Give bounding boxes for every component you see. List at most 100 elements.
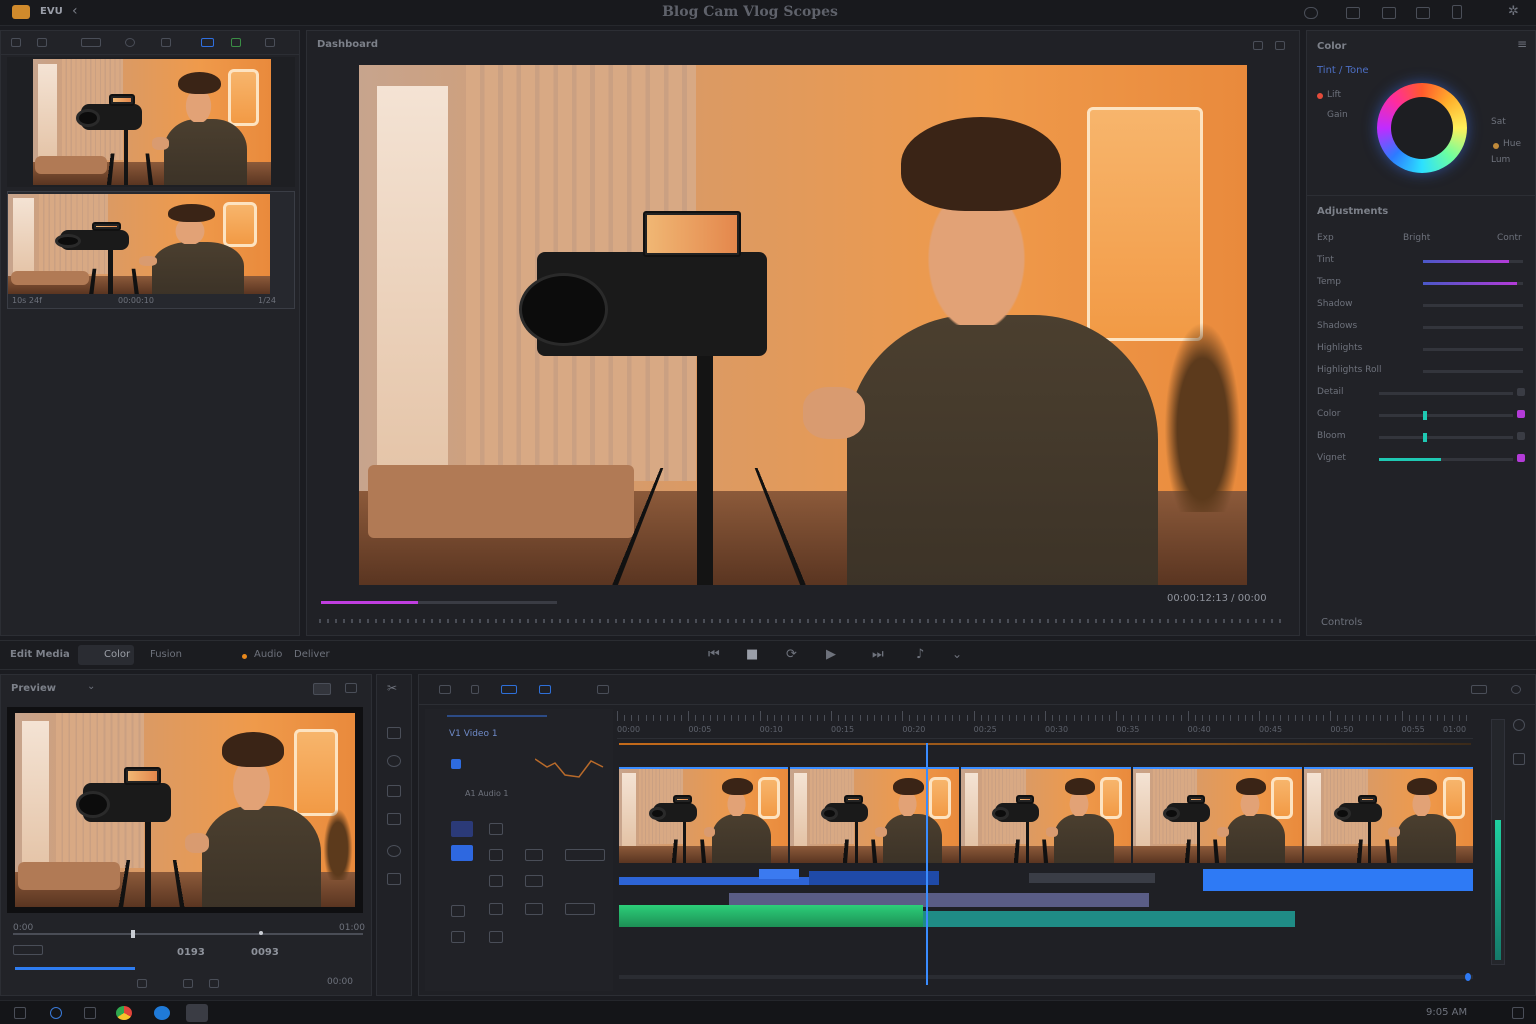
list-view-icon[interactable] xyxy=(11,38,21,47)
meter-toggle-icon[interactable] xyxy=(1513,753,1525,765)
adjust-row-slider[interactable] xyxy=(1423,370,1523,373)
adjust-row[interactable]: Detail xyxy=(1307,385,1535,403)
tl-select-icon[interactable] xyxy=(439,685,451,694)
tl-btn-4-icon[interactable] xyxy=(489,903,503,915)
sort-icon[interactable] xyxy=(81,38,101,47)
adjust-row[interactable]: Tint xyxy=(1307,253,1535,271)
viewer-progress-track[interactable] xyxy=(321,601,557,604)
meter-settings-icon[interactable] xyxy=(1513,719,1525,731)
audio-icon[interactable]: ♪ xyxy=(916,647,924,662)
adjust-row[interactable]: Shadow xyxy=(1307,297,1535,315)
tl-blade-icon[interactable] xyxy=(501,685,517,694)
adjust-row-knob[interactable] xyxy=(1423,433,1427,442)
tl-btn-5-icon[interactable] xyxy=(489,931,503,943)
preview-view-icon[interactable] xyxy=(313,683,331,695)
tab-deliver[interactable]: Deliver xyxy=(294,649,330,660)
loop-icon[interactable]: ⟳ xyxy=(786,647,797,662)
user-icon[interactable] xyxy=(1452,5,1462,19)
tl-btn-11-icon[interactable] xyxy=(565,849,605,861)
tl-btn-3-icon[interactable] xyxy=(489,875,503,887)
video-clip[interactable] xyxy=(1132,767,1302,863)
video-clip[interactable] xyxy=(790,767,960,863)
viewer-fullscreen-icon[interactable] xyxy=(1275,41,1285,50)
track-mute-button[interactable] xyxy=(451,845,473,861)
filter-icon[interactable] xyxy=(161,38,171,47)
timeline-bottom-scroll[interactable] xyxy=(619,973,1473,981)
notification-icon[interactable] xyxy=(1512,1007,1524,1019)
camera-icon[interactable] xyxy=(1382,7,1396,19)
track-header-slider[interactable] xyxy=(447,715,547,717)
viewer-scrubber[interactable] xyxy=(319,619,1287,623)
adjust-row-swatch[interactable] xyxy=(1517,432,1525,440)
audio-wave-green[interactable] xyxy=(619,905,923,927)
audio-track-1[interactable] xyxy=(619,869,1473,891)
preview-dropdown-icon[interactable]: ⌄ xyxy=(87,681,95,692)
audio-clip-blue-c[interactable] xyxy=(809,871,939,885)
tool-2-icon[interactable] xyxy=(387,755,401,767)
tag-icon[interactable] xyxy=(231,38,241,47)
adjust-row[interactable]: Vignet xyxy=(1307,451,1535,469)
tl-btn-12-icon[interactable] xyxy=(565,903,595,915)
tool-4-icon[interactable] xyxy=(387,813,401,825)
preview-ctrl-2-icon[interactable] xyxy=(183,979,193,988)
back-chevron-icon[interactable]: ‹ xyxy=(72,3,78,19)
adjust-row-swatch[interactable] xyxy=(1517,410,1525,418)
tool-1-icon[interactable] xyxy=(387,727,401,739)
audio-track-2[interactable] xyxy=(619,893,1473,933)
tool-5-icon[interactable] xyxy=(387,845,401,857)
skip-back-icon[interactable]: ⏮ xyxy=(708,647,720,662)
timeline-scroll-end[interactable] xyxy=(1465,973,1471,981)
viewer-fit-icon[interactable] xyxy=(1253,41,1263,50)
panel-menu-icon[interactable]: ≡ xyxy=(1517,37,1527,51)
playhead[interactable] xyxy=(926,743,929,985)
edge-icon[interactable] xyxy=(154,1006,170,1020)
adjust-row[interactable]: Color xyxy=(1307,407,1535,425)
adjust-row-swatch[interactable] xyxy=(1517,454,1525,462)
app-logo-icon[interactable] xyxy=(12,5,30,19)
cloud-icon[interactable] xyxy=(1304,7,1318,19)
tl-settings-icon[interactable] xyxy=(1511,685,1521,694)
tool-3-icon[interactable] xyxy=(387,785,401,797)
tl-link-icon[interactable] xyxy=(539,685,551,694)
video-clip[interactable] xyxy=(961,767,1131,863)
audio-clip-grey[interactable] xyxy=(1029,873,1155,883)
adjust-row-slider[interactable] xyxy=(1379,433,1513,442)
tab-color[interactable]: Color xyxy=(104,649,130,660)
adjust-row-swatch[interactable] xyxy=(1517,388,1525,396)
color-wheel[interactable] xyxy=(1377,83,1467,173)
audio-wave-teal[interactable] xyxy=(923,911,1295,927)
preview-scrub-track[interactable] xyxy=(13,930,363,938)
tl-zoom-icon[interactable] xyxy=(1471,685,1487,694)
adjust-row-knob[interactable] xyxy=(1423,411,1427,420)
tl-btn-9-icon[interactable] xyxy=(525,875,543,887)
tl-btn-6-icon[interactable] xyxy=(451,905,465,917)
start-icon[interactable] xyxy=(14,1007,26,1019)
stop-icon[interactable]: ■ xyxy=(746,647,758,662)
audio-clip-blue-long[interactable] xyxy=(1203,869,1473,891)
left-item-1[interactable] xyxy=(1317,93,1323,99)
settings-gear-icon[interactable]: ✲ xyxy=(1508,4,1519,19)
adjust-row-slider[interactable] xyxy=(1423,326,1523,329)
media-clip-1[interactable] xyxy=(7,57,295,187)
tl-btn-2-icon[interactable] xyxy=(489,849,503,861)
search-icon[interactable] xyxy=(125,38,135,47)
preview-scrub-handle[interactable] xyxy=(131,930,135,938)
tl-snap-icon[interactable] xyxy=(597,685,609,694)
adjust-row-slider[interactable] xyxy=(1423,348,1523,351)
scissors-icon[interactable]: ✂ xyxy=(387,681,397,695)
tl-btn-1-icon[interactable] xyxy=(489,823,503,835)
media-clip-2[interactable]: 10s 24f 00:00:10 1/24 xyxy=(7,191,295,309)
bell-icon[interactable] xyxy=(1346,7,1360,19)
app-taskbar-icon[interactable] xyxy=(186,1004,208,1022)
preview-expand-icon[interactable] xyxy=(345,683,357,693)
track-lock-button[interactable] xyxy=(451,821,473,837)
adjust-row[interactable]: Highlights xyxy=(1307,341,1535,359)
tab-audio[interactable]: Audio xyxy=(254,649,282,660)
adjust-row-slider[interactable] xyxy=(1423,282,1523,285)
tl-trim-icon[interactable] xyxy=(471,685,479,694)
adjust-row-slider[interactable] xyxy=(1379,392,1513,395)
audio-clip-blue-b[interactable] xyxy=(759,869,799,879)
preview-ctrl-1-icon[interactable] xyxy=(137,979,147,988)
tl-btn-7-icon[interactable] xyxy=(451,931,465,943)
video-clip[interactable] xyxy=(619,767,789,863)
